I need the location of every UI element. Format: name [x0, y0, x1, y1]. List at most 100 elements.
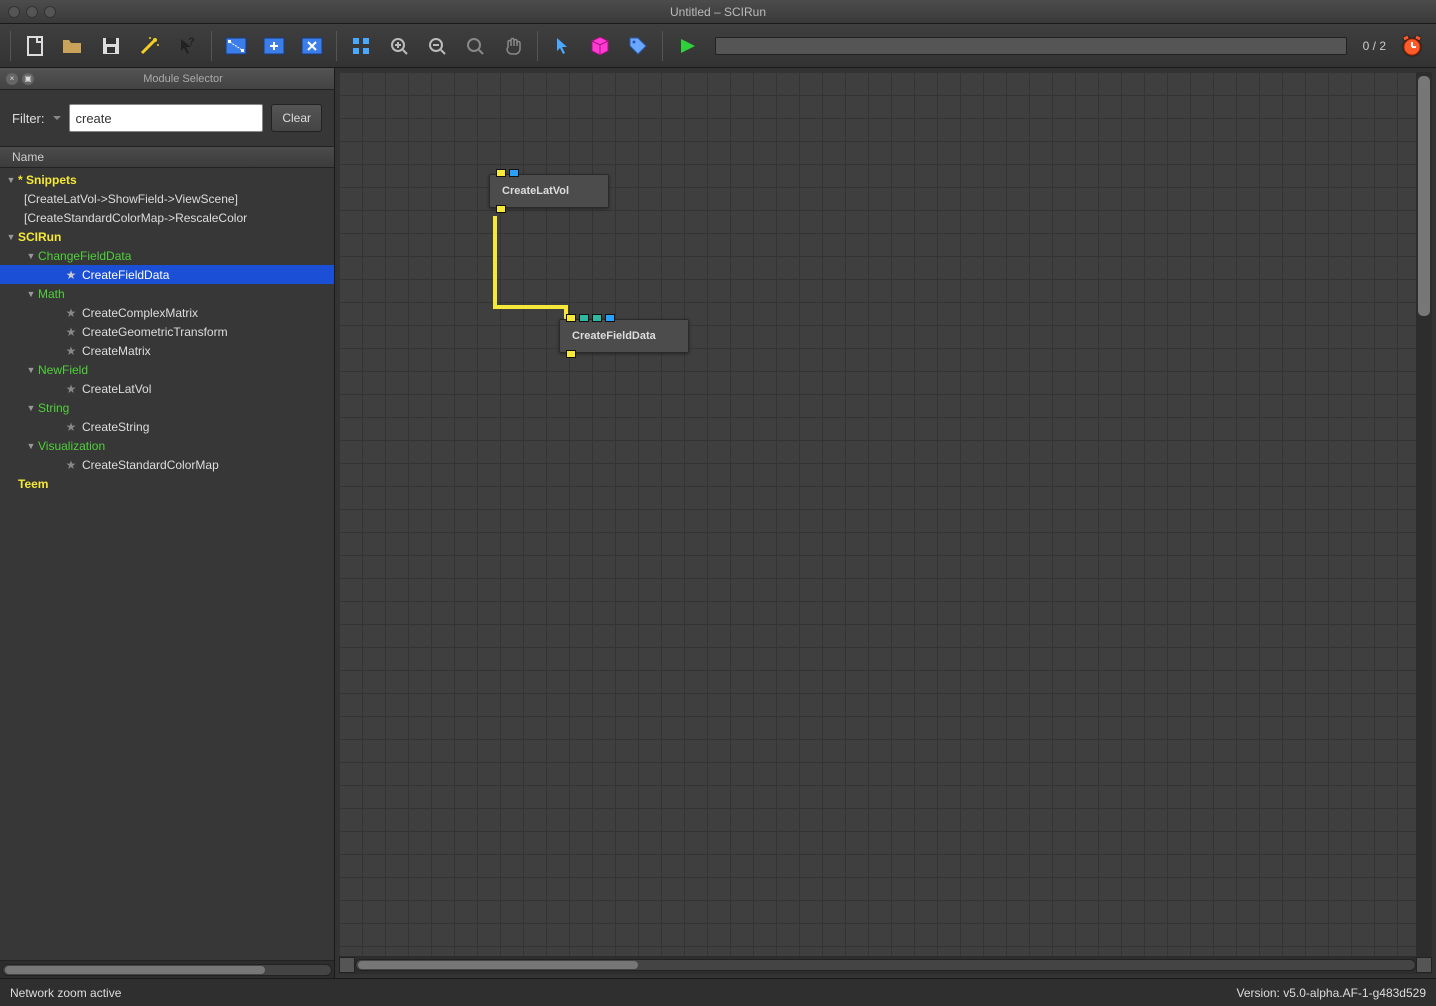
window-title: Untitled – SCIRun [670, 5, 766, 19]
main-toolbar: ? 0 / 2 [0, 24, 1436, 68]
tree-snippet-item[interactable]: [CreateLatVol->ShowField->ViewScene] [0, 189, 334, 208]
panel-popout-icon[interactable]: ▣ [22, 73, 34, 85]
star-icon: ★ [64, 306, 78, 320]
tree-label: String [38, 401, 69, 415]
module-title: CreateLatVol [490, 175, 608, 207]
save-button[interactable] [93, 29, 129, 63]
tree-createstandardcolormap[interactable]: ★ CreateStandardColorMap [0, 455, 334, 474]
input-port[interactable] [605, 314, 615, 322]
panel-close-icon[interactable]: × [6, 73, 18, 85]
tree-snippet-item[interactable]: [CreateStandardColorMap->RescaleColor [0, 208, 334, 227]
tree-label: CreateStandardColorMap [82, 458, 219, 472]
pointer-tool-button[interactable] [544, 29, 580, 63]
tree-label: * Snippets [18, 173, 77, 187]
scrollbar-thumb[interactable] [358, 961, 638, 969]
tree-snippets[interactable]: ▼* Snippets [0, 170, 334, 189]
status-version: Version: v5.0-alpha.AF-1-g483d529 [1237, 986, 1426, 1000]
chevron-down-icon: ▼ [4, 173, 18, 187]
wizard-button[interactable] [131, 29, 167, 63]
star-icon: ★ [64, 344, 78, 358]
zoom-in-button[interactable] [381, 29, 417, 63]
run-button[interactable] [669, 29, 705, 63]
tree-teem[interactable]: Teem [0, 474, 334, 493]
tree-scirun[interactable]: ▼SCIRun [0, 227, 334, 246]
tree-label: CreateFieldData [82, 268, 169, 282]
chevron-down-icon: ▼ [24, 363, 38, 377]
module-tree: ▼* Snippets [CreateLatVol->ShowField->Vi… [0, 168, 334, 960]
tree-label: Visualization [38, 439, 105, 453]
network-editor: CreateLatVol CreateFieldData [335, 68, 1436, 978]
clear-filter-button[interactable]: Clear [271, 104, 322, 132]
input-port[interactable] [592, 314, 602, 322]
filter-input[interactable] [69, 104, 264, 132]
chevron-down-icon: ▼ [24, 439, 38, 453]
chevron-down-icon: ▼ [24, 287, 38, 301]
chevron-down-icon: ▼ [24, 249, 38, 263]
pan-hand-button[interactable] [495, 29, 531, 63]
add-box-button[interactable] [256, 29, 292, 63]
tree-createfielddata[interactable]: ★ CreateFieldData [0, 265, 334, 284]
alarm-icon[interactable] [1394, 29, 1430, 63]
sidebar-hscrollbar[interactable] [0, 960, 334, 978]
new-file-button[interactable] [17, 29, 53, 63]
tree-string[interactable]: ▼String [0, 398, 334, 417]
delete-box-button[interactable] [294, 29, 330, 63]
star-icon: ★ [64, 458, 78, 472]
help-pointer-button[interactable]: ? [169, 29, 205, 63]
select-all-button[interactable] [218, 29, 254, 63]
filter-dropdown-icon[interactable] [53, 114, 61, 122]
output-port[interactable] [566, 350, 576, 358]
scrollbar-thumb[interactable] [1418, 76, 1430, 316]
zoom-out-button[interactable] [419, 29, 455, 63]
minimize-window-icon[interactable] [26, 6, 38, 18]
tree-math[interactable]: ▼Math [0, 284, 334, 303]
module-createfielddata[interactable]: CreateFieldData [559, 319, 689, 353]
tree-label: ChangeFieldData [38, 249, 131, 263]
input-port[interactable] [509, 169, 519, 177]
tree-createlatvol[interactable]: ★ CreateLatVol [0, 379, 334, 398]
tree-column-header[interactable]: Name [0, 146, 334, 168]
zoom-reset-button[interactable] [457, 29, 493, 63]
module-createlatvol[interactable]: CreateLatVol [489, 174, 609, 208]
tag-button[interactable] [620, 29, 656, 63]
tree-creatematrix[interactable]: ★CreateMatrix [0, 341, 334, 360]
package-button[interactable] [582, 29, 618, 63]
star-icon: ★ [64, 268, 78, 282]
tree-changefielddata[interactable]: ▼ChangeFieldData [0, 246, 334, 265]
tree-label: [CreateLatVol->ShowField->ViewScene] [24, 192, 238, 206]
status-bar: Network zoom active Version: v5.0-alpha.… [0, 978, 1436, 1006]
scrollbar-thumb[interactable] [5, 966, 265, 974]
scroll-corner [1416, 957, 1432, 973]
open-folder-button[interactable] [55, 29, 91, 63]
status-left: Network zoom active [10, 986, 121, 1000]
star-icon: ★ [64, 420, 78, 434]
tree-label: CreateLatVol [82, 382, 151, 396]
tree-createcomplexmatrix[interactable]: ★CreateComplexMatrix [0, 303, 334, 322]
canvas-vscrollbar[interactable] [1416, 72, 1432, 956]
execution-progress [715, 37, 1347, 55]
star-icon: ★ [64, 382, 78, 396]
tree-createstring[interactable]: ★CreateString [0, 417, 334, 436]
tree-label: [CreateStandardColorMap->RescaleColor [24, 211, 247, 225]
canvas[interactable]: CreateLatVol CreateFieldData [339, 72, 1432, 956]
titlebar: Untitled – SCIRun [0, 0, 1436, 24]
canvas-hscrollbar[interactable] [339, 956, 1432, 974]
tree-label: Teem [18, 477, 48, 491]
progress-count: 0 / 2 [1357, 39, 1392, 53]
output-port[interactable] [496, 205, 506, 213]
chevron-down-icon: ▼ [24, 401, 38, 415]
svg-text:?: ? [188, 36, 195, 48]
tree-label: SCIRun [18, 230, 61, 244]
input-port[interactable] [566, 314, 576, 322]
input-port[interactable] [579, 314, 589, 322]
close-window-icon[interactable] [8, 6, 20, 18]
grid-snap-button[interactable] [343, 29, 379, 63]
tree-visualization[interactable]: ▼Visualization [0, 436, 334, 455]
input-port[interactable] [496, 169, 506, 177]
zoom-window-icon[interactable] [44, 6, 56, 18]
tree-newfield[interactable]: ▼NewField [0, 360, 334, 379]
window-controls[interactable] [8, 6, 56, 18]
module-selector-panel: × ▣ Module Selector Filter: Clear Name ▼… [0, 68, 335, 978]
tree-creategeometrictransform[interactable]: ★CreateGeometricTransform [0, 322, 334, 341]
scroll-corner [339, 957, 355, 973]
